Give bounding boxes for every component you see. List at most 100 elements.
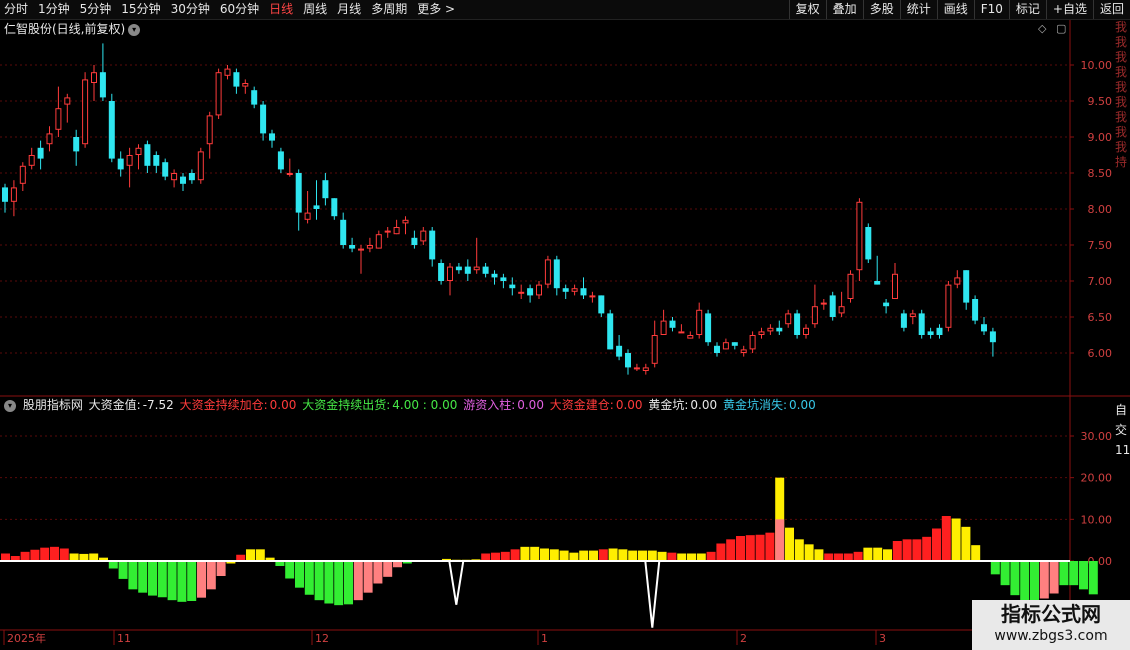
indicator-bar xyxy=(912,539,922,561)
price-tick-label: 6.00 xyxy=(1088,347,1113,360)
chart-area[interactable]: 10.009.509.008.508.007.507.006.506.0030.… xyxy=(0,0,1130,650)
indicator-bar xyxy=(148,561,157,596)
candle-body xyxy=(731,342,738,346)
indicator-bar xyxy=(755,534,765,561)
indicator-bar xyxy=(902,539,912,561)
candle-body xyxy=(936,327,943,335)
indicator-bar xyxy=(549,549,559,561)
indicator-bar xyxy=(157,561,167,598)
candle-body xyxy=(776,327,783,332)
indicator-spike xyxy=(448,560,465,605)
candle-body xyxy=(856,201,863,271)
candle-body xyxy=(482,266,489,274)
candle-body xyxy=(767,327,774,332)
legend-item-add-position-value: 0.00 xyxy=(269,398,297,412)
indicator-bar xyxy=(1088,561,1098,595)
indicator-bar xyxy=(167,561,177,601)
candle-body xyxy=(527,288,534,296)
candle-body xyxy=(162,162,169,177)
indicator-bar xyxy=(608,548,618,561)
indicator-spike xyxy=(644,560,661,628)
chevron-down-icon[interactable]: ▾ xyxy=(4,400,16,412)
indicator-bar xyxy=(863,547,873,561)
candle-body xyxy=(607,313,614,350)
indicator-bar xyxy=(383,561,393,577)
candle-body xyxy=(625,353,631,368)
indicator-bar xyxy=(1079,561,1088,590)
candle-body xyxy=(642,367,649,371)
indicator-bar xyxy=(138,561,148,593)
indicator-bar xyxy=(794,539,804,561)
price-tick-label: 9.50 xyxy=(1088,95,1113,108)
candle-body xyxy=(553,259,560,289)
candle-body xyxy=(598,295,605,314)
candle-body xyxy=(180,176,186,184)
candle-body xyxy=(536,284,542,296)
candle-body xyxy=(99,72,106,98)
indicator-bar xyxy=(687,553,696,561)
indicator-bar xyxy=(941,516,951,561)
candle-body xyxy=(696,309,703,335)
candle-body xyxy=(865,227,872,260)
candle-body xyxy=(82,79,89,145)
indicator-bar xyxy=(246,549,255,561)
watermark: 指标公式网 www.zbgs3.com xyxy=(972,600,1130,650)
candle-body xyxy=(126,155,133,166)
indicator-bar xyxy=(990,561,1000,575)
candle-body xyxy=(197,151,204,181)
side-info-strip: 我我我我我我我我我持 xyxy=(1115,20,1128,169)
indicator-bar xyxy=(1049,561,1059,594)
legend-item-sell-off-value: 4.00 : 0.00 xyxy=(392,398,458,412)
candle-body xyxy=(153,155,160,166)
candle-body xyxy=(811,306,818,325)
indicator-bar xyxy=(834,553,843,561)
indicator-name[interactable]: 股朋指标网 xyxy=(23,398,83,412)
indicator-bar xyxy=(373,561,383,584)
legend-item-build-position-label: 大资金建仓: xyxy=(549,398,614,412)
indicator-bar xyxy=(197,561,206,598)
candle-body xyxy=(349,245,356,249)
indicator-bar xyxy=(344,561,353,605)
candle-body xyxy=(544,259,551,285)
indicator-bar xyxy=(961,526,971,561)
candle-body xyxy=(972,299,979,321)
indicator-bar xyxy=(696,553,706,561)
indicator-bar xyxy=(1010,561,1020,596)
candle-body xyxy=(411,237,418,245)
candle-body xyxy=(402,219,409,224)
candle-body xyxy=(188,173,195,181)
legend-item-hot-money-label: 游资入柱: xyxy=(463,398,516,412)
indicator-bar xyxy=(1039,561,1049,599)
candle-body xyxy=(375,234,382,249)
time-tick-label: 12 xyxy=(315,632,329,645)
price-tick-label: 8.00 xyxy=(1088,203,1113,216)
indicator-bar xyxy=(598,549,608,561)
indicator-bar xyxy=(1059,561,1069,586)
candle-body xyxy=(438,263,445,281)
price-tick-label: 10.00 xyxy=(1081,59,1113,72)
indicator-bar xyxy=(510,549,520,561)
candle-body xyxy=(135,147,142,156)
indicator-bar xyxy=(530,546,540,561)
indicator-bar xyxy=(726,539,736,561)
candle-body xyxy=(366,245,373,249)
candle-body xyxy=(384,230,391,233)
indicator-bar xyxy=(304,561,314,595)
indicator-bar xyxy=(657,551,667,561)
indicator-bar xyxy=(569,552,579,561)
indicator-bar xyxy=(520,546,530,561)
candle-body xyxy=(447,266,453,282)
indicator-bar xyxy=(108,561,118,569)
indicator-bar xyxy=(30,549,40,561)
indicator-bar xyxy=(1,553,10,561)
indicator-bar xyxy=(559,550,569,561)
indicator-bar xyxy=(128,561,138,590)
candle-body xyxy=(571,288,578,292)
candle-body xyxy=(313,205,320,209)
candle-body xyxy=(215,72,222,116)
indicator-bar xyxy=(353,561,363,601)
price-tick-label: 6.50 xyxy=(1088,311,1113,324)
candle-body xyxy=(749,335,756,350)
indicator-bar xyxy=(677,553,687,561)
indicator-bar xyxy=(883,549,892,561)
